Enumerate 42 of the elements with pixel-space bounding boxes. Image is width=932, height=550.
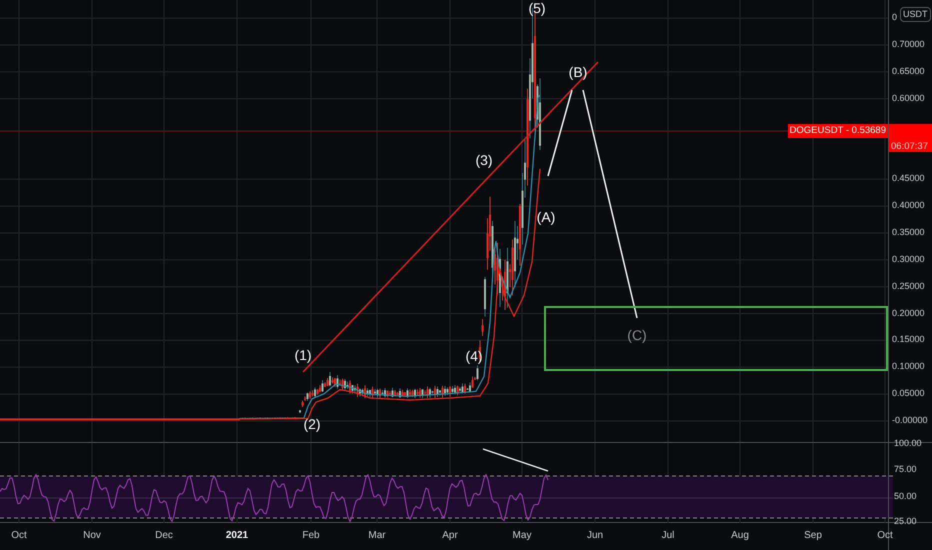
price-tick: 0.60000 xyxy=(892,94,925,103)
last-price-value: 06:07:37 xyxy=(889,124,932,152)
time-label: Oct xyxy=(11,531,27,541)
price-tick: 0.15000 xyxy=(892,335,925,344)
time-label: Jun xyxy=(586,531,604,541)
price-tick: 0.40000 xyxy=(892,201,925,210)
price-tick: 0.10000 xyxy=(892,362,925,372)
price-tick: -0.00000 xyxy=(892,416,928,425)
price-tick: 0.30000 xyxy=(892,254,925,264)
price-tick: 0.65000 xyxy=(892,66,925,76)
wave-label: (B) xyxy=(568,65,588,79)
time-label: Aug xyxy=(731,531,749,541)
rsi-tick: 100.00 xyxy=(894,439,922,448)
wave-label: (5) xyxy=(528,1,546,15)
currency-label: USDT xyxy=(900,7,930,22)
time-label: Feb xyxy=(302,531,320,541)
time-label: Apr xyxy=(442,531,458,541)
time-label: Dec xyxy=(155,531,173,541)
price-tick: 0.45000 xyxy=(892,174,925,184)
price-tick: 0.20000 xyxy=(892,308,925,318)
time-label: Mar xyxy=(368,531,386,541)
wave-label: (1) xyxy=(294,348,312,362)
time-label: Nov xyxy=(83,531,101,541)
price-tick: 0.70000 xyxy=(892,40,925,49)
price-tick: 0 xyxy=(892,13,898,22)
wave-label: (3) xyxy=(475,153,493,167)
wave-label: (C) xyxy=(627,328,647,342)
last-price-label: DOGEUSDT - 0.53689 xyxy=(788,124,888,138)
time-label: Jul xyxy=(662,531,674,541)
wave-label: (A) xyxy=(536,210,556,224)
divergence-line xyxy=(482,448,548,472)
price-tick: 0.25000 xyxy=(892,282,925,291)
rsi-tick: 25.00 xyxy=(894,517,917,526)
wave-label: (2) xyxy=(303,417,321,431)
time-label: Oct xyxy=(877,531,893,541)
rsi-tick: 50.00 xyxy=(894,492,917,501)
time-label: May xyxy=(512,531,532,541)
price-tick: 0.05000 xyxy=(892,389,925,398)
price-tick: 0.35000 xyxy=(892,228,925,237)
time-label: Sep xyxy=(804,531,822,541)
rsi-tick: 75.00 xyxy=(894,465,917,474)
time-label: 2021 xyxy=(226,531,248,541)
